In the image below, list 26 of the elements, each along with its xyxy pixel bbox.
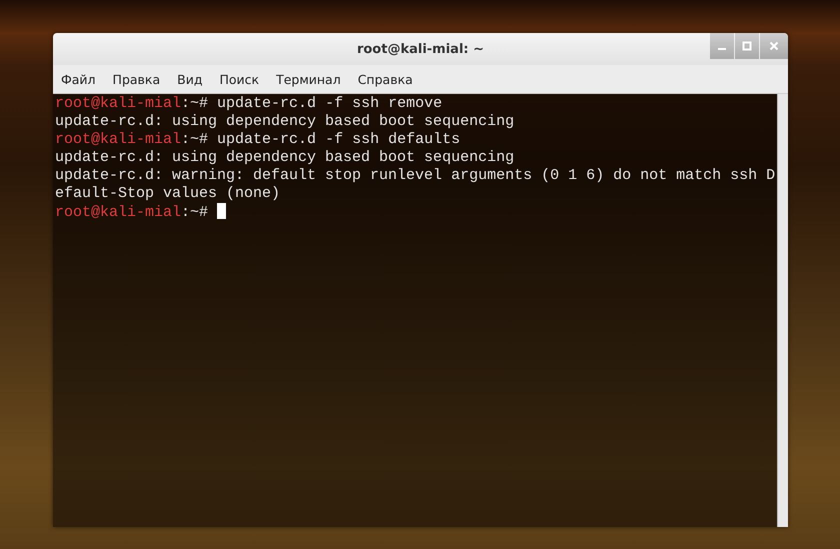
menu-item[interactable]: Вид [177,72,202,86]
menu-item[interactable]: Файл [61,72,96,86]
window-title: root@kali-mial: ~ [356,42,484,56]
prompt-path: :~# [181,131,208,148]
maximize-icon [742,41,752,51]
command-text: update-rc.d -f ssh remove [217,95,442,112]
close-icon [769,41,779,51]
prompt-user-host: root@kali-mial [55,95,182,112]
close-button[interactable] [760,33,788,59]
prompt-user-host: root@kali-mial [55,204,182,221]
menu-item[interactable]: Терминал [276,72,341,86]
minimize-button[interactable] [710,33,734,59]
menu-item[interactable]: Правка [112,72,160,86]
command-text: update-rc.d -f ssh defaults [217,131,460,148]
maximize-button[interactable] [735,33,759,59]
minimize-icon [718,48,726,50]
menu-item[interactable]: Поиск [219,72,260,86]
menu-item[interactable]: Справка [358,72,413,86]
prompt-path: :~# [181,204,208,221]
output-text: update-rc.d: warning: default stop runlevel arguments (0 1 6) do not match ssh D [55,167,776,184]
scrollbar[interactable] [777,94,788,527]
output-text: update-rc.d: using dependency based boot sequencing [55,149,514,166]
output-text: efault-Stop values (none) [55,185,280,202]
prompt-user-host: root@kali-mial [55,131,182,148]
prompt-path: :~# [181,95,208,112]
output-text: update-rc.d: using dependency based boot sequencing [55,113,514,130]
